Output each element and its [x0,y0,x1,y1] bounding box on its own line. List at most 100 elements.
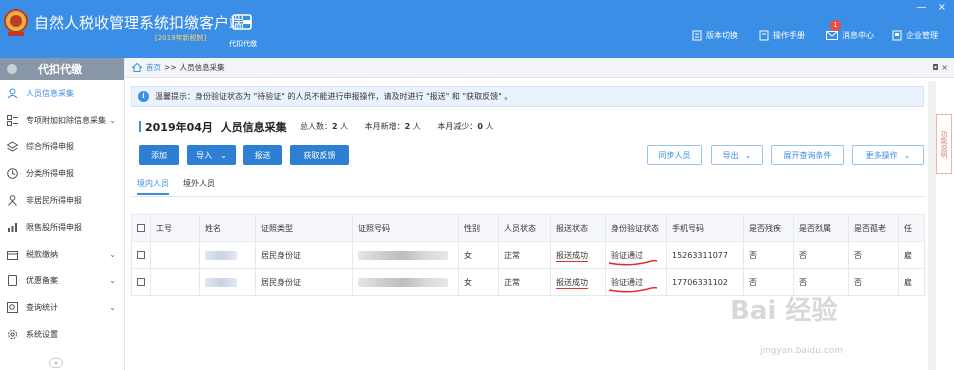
red-annotation-stroke [608,286,658,292]
breadcrumb-current: 人员信息采集 [179,63,225,72]
verify-status-cell: 验证通过 [605,268,667,296]
version-switch-label: 版本切换 [706,30,738,40]
breadcrumb-home-link[interactable]: 首页 [146,62,161,73]
manual-button[interactable]: 操作手册 [759,28,805,42]
window-controls: — × [908,2,946,13]
id-type-cell: 居民身份证 [255,268,353,296]
sidebar-item-query-stats[interactable]: 查询统计 ⌄ [0,294,124,321]
table-header-row: 工号 姓名 证照类型 证照号码 性别 人员状态 报送状态 身份验证状态 手机号码… [131,214,925,242]
message-center-button[interactable]: 1 消息中心 [826,20,874,42]
column-header[interactable]: 工号 [150,214,200,242]
redacted-name [205,250,237,260]
minimize-button[interactable]: — [916,2,926,13]
sidebar-item-tax-payment[interactable]: 税款缴纳 ⌄ [0,241,124,268]
employee-id-cell [150,241,200,269]
table-row[interactable]: 居民身份证 女 正常 报送成功 验证通过 15263311077 否 否 否 雇 [131,241,925,269]
stat-total: 总人数：2 人 [300,122,349,131]
stat-added: 本月新增：2 人 [364,122,421,131]
sidebar-item-preferential[interactable]: 优惠备案 ⌄ [0,268,124,295]
message-badge: 1 [830,20,841,31]
sidebar-item-restricted-stock[interactable]: 限售股所得申报 [0,214,124,241]
vertical-scrollbar[interactable] [928,81,936,370]
title-accent-bar [139,121,141,132]
sync-personnel-button[interactable]: 同步人员 [647,145,702,165]
sidebar-item-comprehensive[interactable]: 综合所得申报 [0,134,124,161]
chevron-down-icon: ⌄ [109,249,116,259]
page-title-text: 人员信息采集 [220,121,287,134]
row-select-cell[interactable] [131,241,151,269]
id-number-cell [352,241,459,269]
column-header[interactable]: 姓名 [199,214,256,242]
select-all-checkbox[interactable] [137,224,145,232]
column-header[interactable]: 性别 [458,214,499,242]
column-header[interactable]: 手机号码 [666,214,744,242]
id-type-cell: 居民身份证 [255,241,353,269]
cube-icon [7,64,17,74]
submit-button[interactable]: 报送 [243,145,282,165]
function-description-tab[interactable]: 功能说明 [936,114,952,174]
add-button[interactable]: 添加 [139,145,179,165]
submit-status-cell: 报送成功 [550,268,606,296]
sidebar-title: 代扣代缴 [38,63,82,76]
column-header[interactable]: 证照号码 [352,214,459,242]
column-header[interactable]: 报送状态 [550,214,606,242]
version-switch-button[interactable]: 版本切换 [692,28,738,42]
sidebar-item-label: 专项附加扣除信息采集 [26,115,106,125]
column-header[interactable]: 人员状态 [498,214,551,242]
person-icon [6,195,18,207]
sidebar-header: 代扣代缴 [0,58,124,80]
export-button[interactable]: 导出 ⌄ [711,145,763,165]
clock-icon [6,168,18,180]
sidebar-item-special-deduction[interactable]: 专项附加扣除信息采集 ⌄ [0,107,124,134]
sidebar-item-classified[interactable]: 分类所得申报 [0,160,124,187]
company-manage-label: 企业管理 [906,30,938,40]
notice-text: 温馨提示：身份验证状态为 "待验证" 的人员不能进行申报操作，请及时进行 "报送… [155,92,513,101]
select-all-cell[interactable] [131,214,151,242]
company-manage-button[interactable]: 企业管理 [892,28,938,42]
column-header[interactable]: 是否烈属 [793,214,849,242]
import-button[interactable]: 导入 ⌄ [187,145,236,165]
verify-status-mark: 验证通过 [608,250,658,265]
chevron-down-icon: ⌄ [109,303,116,313]
close-button[interactable]: × [938,2,946,13]
sidebar-item-personnel[interactable]: 人员信息采集 [0,80,124,107]
submit-status-cell: 报送成功 [550,241,606,269]
breadcrumb-separator: >> [164,63,177,72]
manual-label: 操作手册 [773,30,805,40]
row-select-cell[interactable] [131,268,151,296]
elderly-cell: 否 [848,268,899,296]
sidebar-item-label: 查询统计 [26,303,58,313]
column-header[interactable]: 是否孤老 [848,214,899,242]
column-header[interactable]: 证照类型 [255,214,353,242]
sidebar-item-settings[interactable]: 系统设置 [0,321,124,348]
layers-icon [6,141,18,153]
gender-cell: 女 [458,268,499,296]
redacted-id-number [358,277,448,287]
baidu-watermark: Bai 经验 [730,296,838,326]
column-header[interactable]: 任 [898,214,925,242]
extra-cell: 雇 [898,268,925,296]
more-actions-button[interactable]: 更多操作 ⌄ [852,145,924,165]
column-header[interactable]: 身份验证状态 [605,214,667,242]
bar-chart-icon [6,221,18,233]
list-icon [6,114,18,126]
get-feedback-button[interactable]: 获取反馈 [290,145,349,165]
tab-controls[interactable]: ◘ × [932,63,948,72]
row-checkbox[interactable] [137,251,145,259]
sidebar-collapse-button[interactable]: « [49,358,63,368]
notice-banner: i 温馨提示：身份验证状态为 "待验证" 的人员不能进行申报操作，请及时进行 "… [131,86,924,107]
tax-emblem-icon [4,9,28,36]
company-icon [892,30,902,40]
import-button-label: 导入 [196,150,213,160]
verify-status-mark: 验证通过 [608,277,658,292]
mode-label: 代扣代缴 [229,40,257,48]
expand-query-button[interactable]: 展开查询条件 [771,145,844,165]
column-header[interactable]: 是否残疾 [743,214,794,242]
tab-overseas[interactable]: 境外人员 [183,178,215,195]
sidebar: 代扣代缴 人员信息采集 专项附加扣除信息采集 ⌄ 综合所得申报 分类所得申报 非… [0,58,125,370]
tab-domestic[interactable]: 境内人员 [137,178,169,195]
row-checkbox[interactable] [137,278,145,286]
sidebar-item-nonresident[interactable]: 非居民所得申报 [0,187,124,214]
id-number-cell [352,268,459,296]
app-title: 自然人税收管理系统扣缴客户端 [34,14,245,32]
